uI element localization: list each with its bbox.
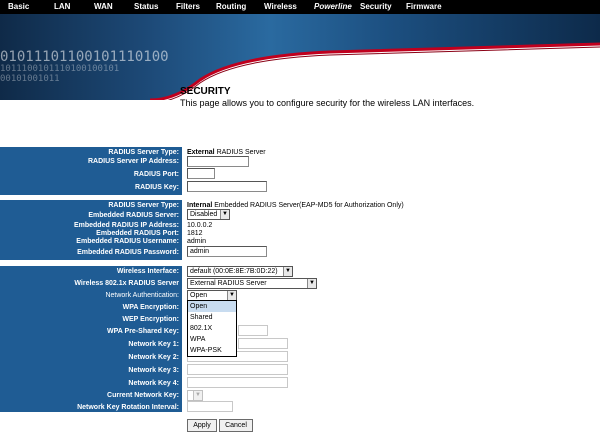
embedded-radius-password-input[interactable]: admin [187, 246, 267, 257]
nav-routing[interactable]: Routing [208, 0, 256, 14]
ext-key-label: RADIUS Key: [135, 184, 179, 191]
auth-option-8021x[interactable]: 802.1X [188, 323, 236, 334]
apply-button[interactable]: Apply [187, 419, 217, 432]
page-title: SECURITY [180, 86, 231, 97]
wpa-psk-input[interactable] [238, 325, 268, 336]
auth-option-shared[interactable]: Shared [188, 312, 236, 323]
nav-wan[interactable]: WAN [86, 0, 126, 14]
auth-option-wpa[interactable]: WPA [188, 334, 236, 345]
chevron-down-icon: ▼ [227, 291, 236, 300]
int-password-label: Embedded RADIUS Password: [77, 249, 179, 256]
wireless-interface-value: default (00:0E:8E:7B:0D:22) [190, 268, 278, 275]
radius-server-select[interactable]: External RADIUS Server ▼ [187, 278, 317, 289]
nav-powerline[interactable]: Powerline [306, 0, 352, 14]
nav-lan[interactable]: LAN [46, 0, 86, 14]
current-key-select[interactable]: ▼ [187, 390, 203, 401]
network-key-4-input[interactable] [187, 377, 288, 388]
network-auth-dropdown[interactable]: Open Shared 802.1X WPA WPA-PSK [187, 300, 237, 357]
network-key-3-label: Network Key 3: [128, 367, 179, 374]
wireless-interface-select[interactable]: default (00:0E:8E:7B:0D:22) ▼ [187, 266, 293, 277]
network-key-1-input[interactable] [238, 338, 288, 349]
nav-basic[interactable]: Basic [0, 0, 46, 14]
network-key-1-label: Network Key 1: [128, 341, 179, 348]
network-key-3-input[interactable] [187, 364, 288, 375]
auth-option-open[interactable]: Open [188, 301, 236, 312]
network-key-4-label: Network Key 4: [128, 380, 179, 387]
ext-radius-ip-input[interactable] [187, 156, 249, 167]
rotation-interval-input[interactable] [187, 401, 233, 412]
page-description: This page allows you to configure securi… [180, 98, 475, 108]
ext-ip-label: RADIUS Server IP Address: [87, 158, 179, 165]
banner-swoosh [0, 42, 600, 100]
current-key-label: Current Network Key: [107, 392, 179, 399]
chevron-down-icon: ▼ [220, 210, 229, 219]
nav-wireless[interactable]: Wireless [256, 0, 306, 14]
ext-radius-port-input[interactable] [187, 168, 215, 179]
wep-encryption-label: WEP Encryption: [122, 316, 179, 323]
chevron-down-icon: ▼ [283, 267, 292, 276]
radius-server-value: External RADIUS Server [190, 280, 267, 287]
wpa-psk-label: WPA Pre-Shared Key: [107, 328, 179, 335]
network-key-2-label: Network Key 2: [128, 354, 179, 361]
network-auth-value: Open [190, 292, 208, 299]
ext-radius-key-input[interactable] [187, 181, 267, 192]
chevron-down-icon: ▼ [193, 391, 202, 400]
chevron-down-icon: ▼ [307, 279, 316, 288]
nav-filters[interactable]: Filters [168, 0, 208, 14]
embedded-radius-value: Disabled [190, 211, 218, 218]
radius-server-label: Wireless 802.1x RADIUS Server [74, 280, 179, 287]
wpa-encryption-label: WPA Encryption: [122, 304, 179, 311]
header-banner: 01011101100101110100 1011100101110100100… [0, 14, 600, 100]
ext-port-label: RADIUS Port: [133, 171, 179, 178]
nav-firmware[interactable]: Firmware [398, 0, 448, 14]
top-nav: Basic LAN WAN Status Filters Routing Wir… [0, 0, 600, 14]
auth-option-wpa-psk[interactable]: WPA-PSK [188, 345, 236, 356]
wireless-interface-label: Wireless Interface: [116, 268, 179, 275]
embedded-radius-select[interactable]: Disabled ▼ [187, 209, 230, 220]
nav-security[interactable]: Security [352, 0, 398, 14]
nav-status[interactable]: Status [126, 0, 168, 14]
cancel-button[interactable]: Cancel [219, 419, 253, 432]
rotation-interval-label: Network Key Rotation Interval: [77, 404, 179, 411]
auth-label: Network Authentication: [105, 292, 179, 299]
